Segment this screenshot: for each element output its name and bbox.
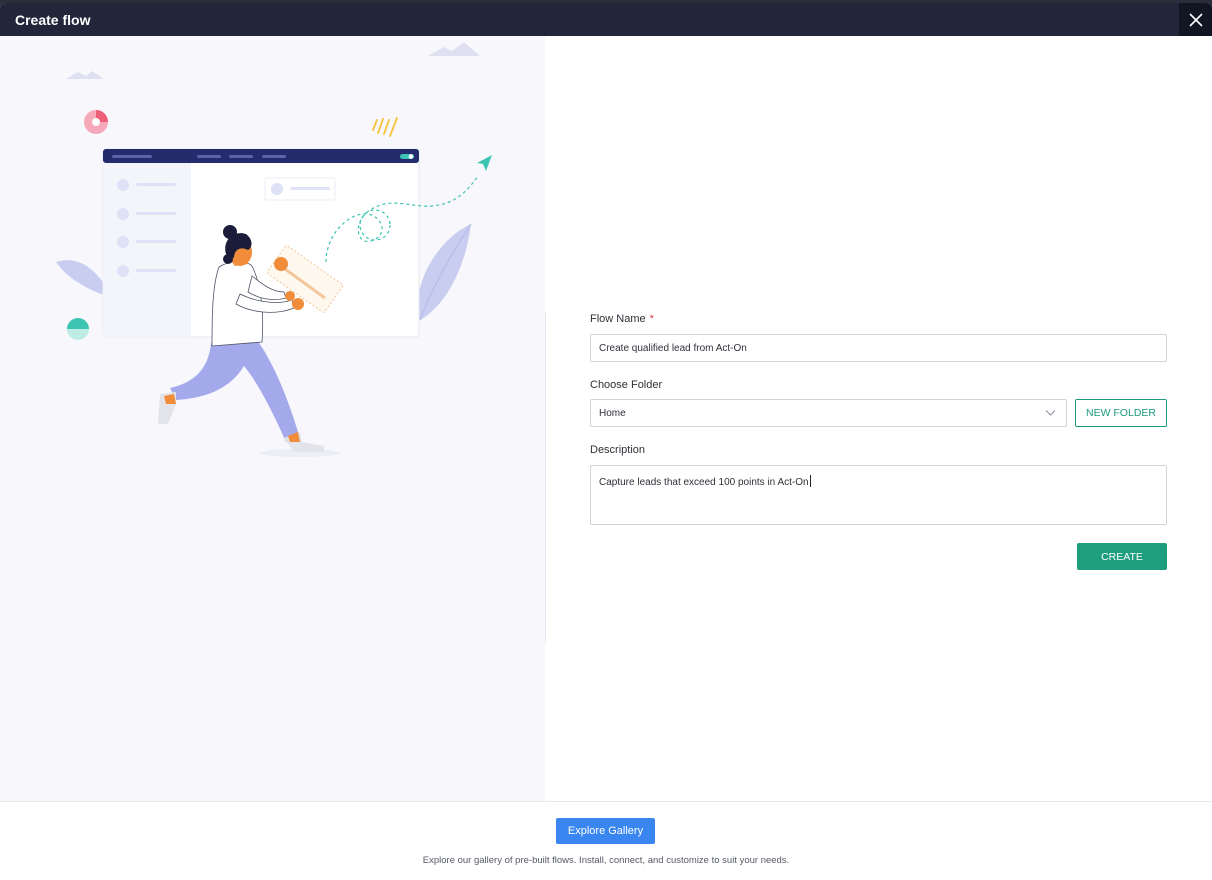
folder-select[interactable]: Home <box>590 399 1067 427</box>
description-textarea[interactable]: Capture leads that exceed 100 points in … <box>590 465 1167 525</box>
workflow-illustration <box>56 42 492 457</box>
create-button[interactable]: CREATE <box>1077 543 1167 570</box>
create-flow-dialog: Create flow Flow Name * Create qualified… <box>0 3 1212 880</box>
titlebar: Create flow <box>0 3 1212 36</box>
panel-divider <box>545 313 546 643</box>
folder-select-value: Home <box>599 407 626 419</box>
description-label: Description <box>590 444 646 456</box>
required-marker: * <box>649 313 654 325</box>
close-button[interactable] <box>1179 3 1212 36</box>
flow-name-label: Flow Name * <box>590 313 654 325</box>
dialog-title: Create flow <box>15 12 91 28</box>
illustration-panel <box>0 36 545 801</box>
text-caret <box>809 475 811 487</box>
footer: Explore Gallery Explore our gallery of p… <box>0 801 1212 880</box>
flow-name-value: Create qualified lead from Act-On <box>599 342 747 354</box>
flow-name-input[interactable]: Create qualified lead from Act-On <box>590 334 1167 362</box>
folder-label: Choose Folder <box>590 379 663 391</box>
explore-gallery-button[interactable]: Explore Gallery <box>556 818 655 844</box>
close-icon <box>1188 12 1203 27</box>
description-value: Capture leads that exceed 100 points in … <box>599 477 809 488</box>
new-folder-button[interactable]: NEW FOLDER <box>1075 399 1167 427</box>
chevron-down-icon <box>1045 410 1056 416</box>
gallery-description: Explore our gallery of pre-built flows. … <box>422 855 790 866</box>
